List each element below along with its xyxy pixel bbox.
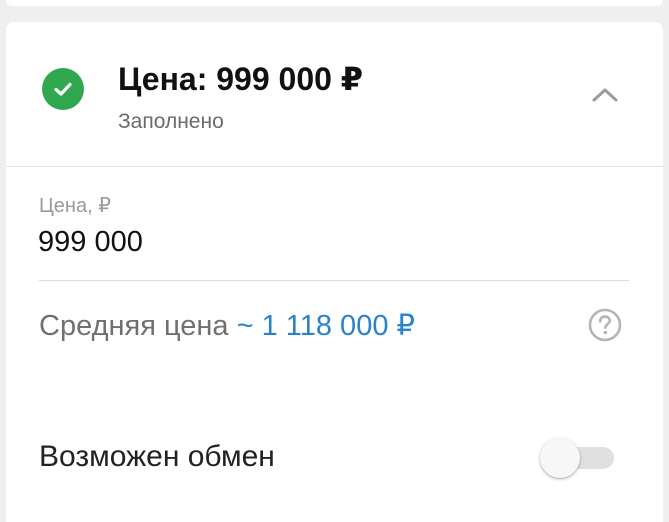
price-section-header[interactable]: Цена: 999 000 ₽ Заполнено bbox=[6, 22, 663, 166]
price-field-label: Цена, ₽ bbox=[39, 195, 111, 217]
previous-card bbox=[6, 0, 663, 6]
chevron-up-icon[interactable] bbox=[590, 82, 620, 106]
exchange-label: Возможен обмен bbox=[39, 440, 275, 473]
check-circle-icon bbox=[42, 68, 84, 110]
section-status: Заполнено bbox=[118, 110, 224, 133]
average-price-row: Средняя цена ~ 1 118 000 ₽ bbox=[39, 308, 415, 343]
price-section-card: Цена: 999 000 ₽ Заполнено Цена, ₽ Средня… bbox=[6, 22, 663, 522]
section-title: Цена: 999 000 ₽ bbox=[118, 61, 364, 97]
price-input[interactable] bbox=[38, 222, 618, 262]
average-price-value: ~ 1 118 000 ₽ bbox=[236, 310, 415, 342]
exchange-toggle[interactable] bbox=[540, 438, 618, 478]
average-price-label: Средняя цена bbox=[39, 310, 229, 342]
question-circle-icon[interactable] bbox=[588, 308, 622, 342]
toggle-thumb bbox=[540, 438, 580, 478]
divider bbox=[6, 166, 663, 167]
price-input-underline bbox=[39, 280, 629, 281]
